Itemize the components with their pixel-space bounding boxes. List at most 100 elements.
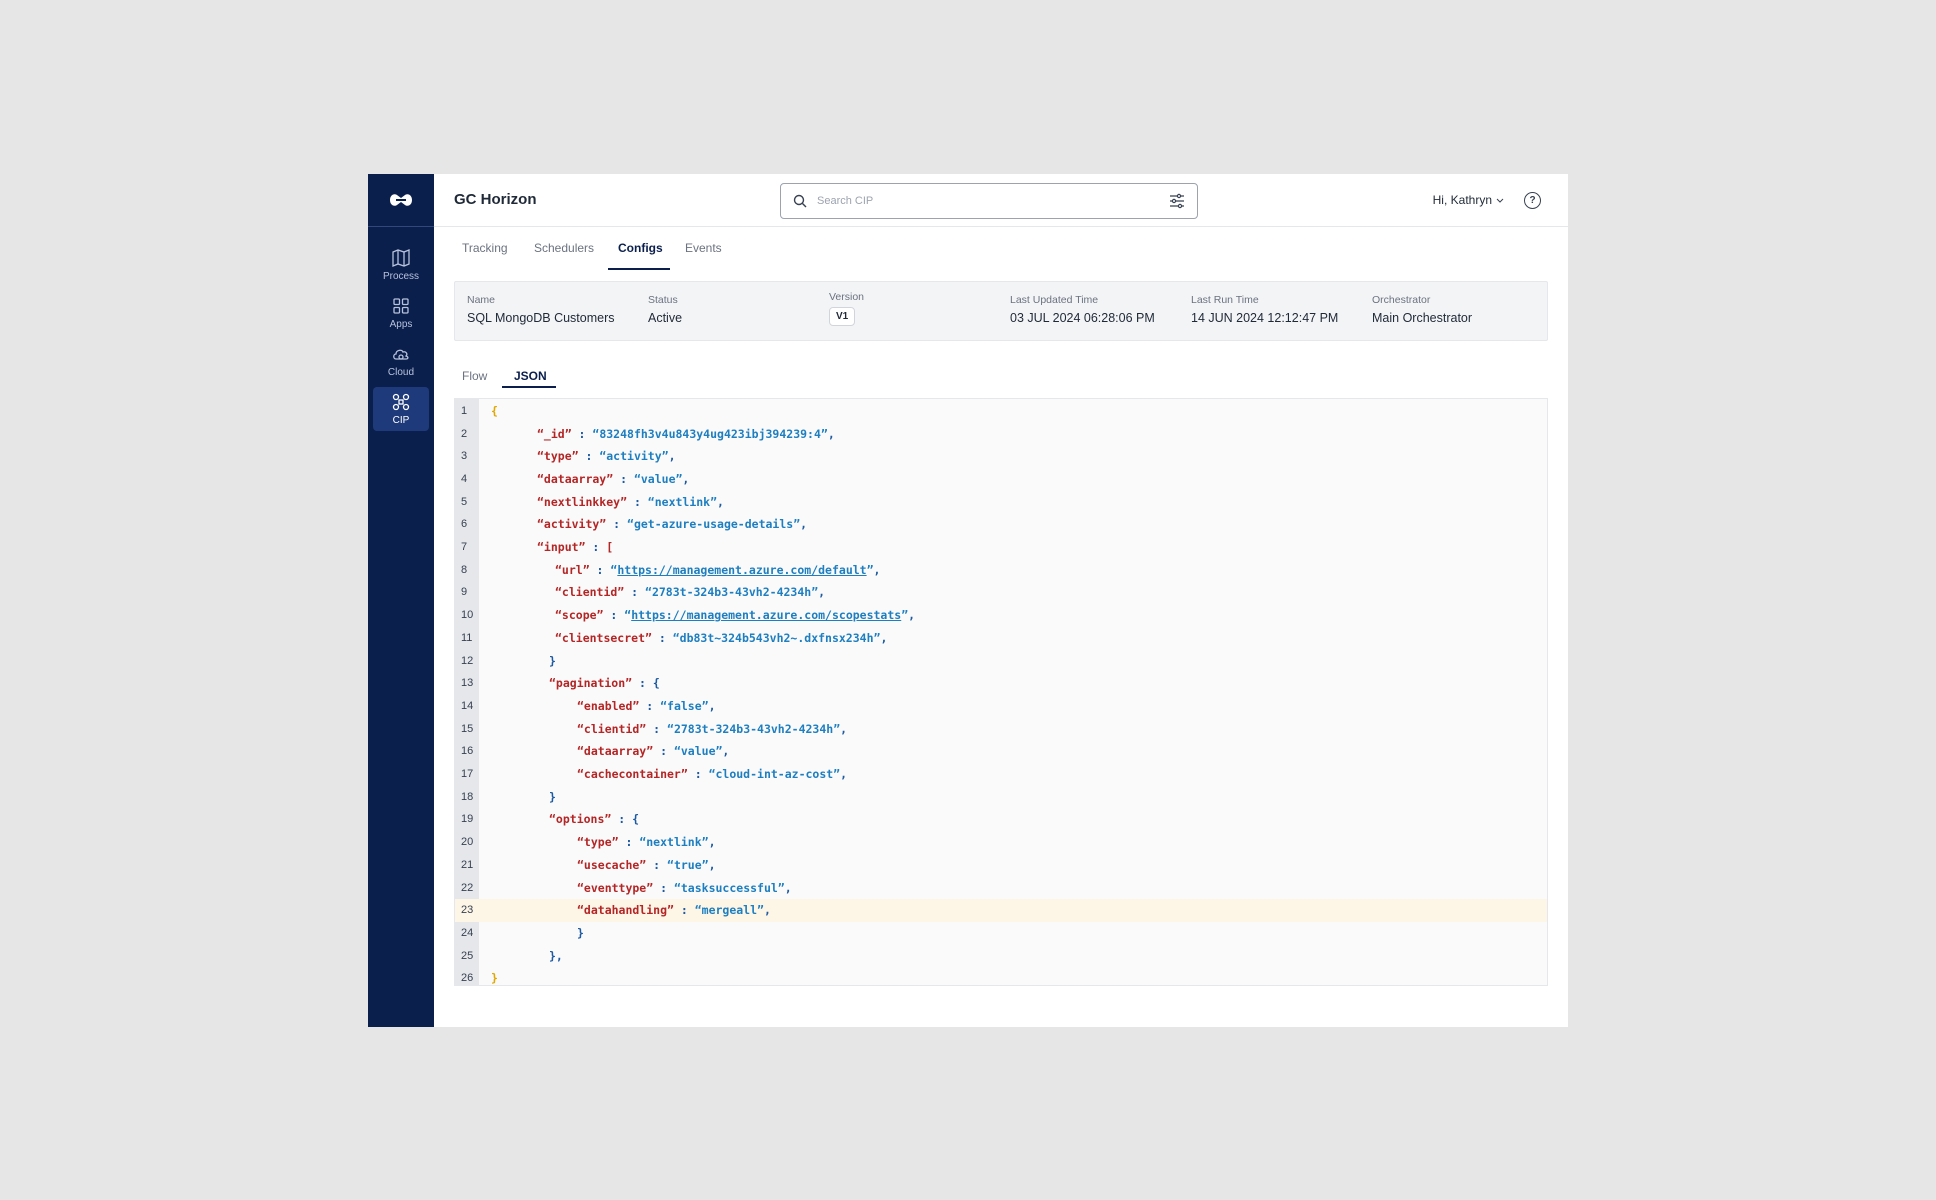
code-token: “cachecontainer”: [577, 767, 688, 782]
code-token: “clientsecret”: [555, 630, 652, 645]
info-label: Last Run Time: [1191, 294, 1259, 306]
line-number: 13: [461, 677, 474, 690]
code-line[interactable]: 9 “clientid” : “2783t-324b3-43vh2-4234h”,: [455, 581, 1547, 604]
code-line[interactable]: 3 “type” : “activity”,: [455, 445, 1547, 468]
search-bar[interactable]: Search CIP: [780, 183, 1198, 219]
line-number: 26: [461, 972, 474, 985]
code-line[interactable]: 7 “input” : [: [455, 536, 1547, 559]
code-line[interactable]: 22 “eventtype” : “tasksuccessful”,: [455, 876, 1547, 899]
code-token: ,: [722, 744, 730, 759]
code-line[interactable]: 19 “options” : {: [455, 808, 1547, 831]
code-line[interactable]: 8 “url” : “https://management.azure.com/d…: [455, 558, 1547, 581]
code-token: {: [491, 403, 498, 418]
user-greeting: Hi, Kathryn: [1432, 193, 1492, 207]
line-number: 1: [461, 404, 468, 417]
help-icon[interactable]: ?: [1524, 192, 1541, 209]
code-token: ,: [784, 880, 792, 895]
code-token: “activity”: [537, 517, 607, 532]
code-token: :: [613, 471, 634, 486]
code-token: :: [618, 835, 640, 850]
sidebar-item-cloud[interactable]: Cloud: [373, 339, 429, 383]
code-line[interactable]: 11 “clientsecret” : “db83t~324b543vh2~.dx…: [455, 627, 1547, 650]
code-text: “scope” : “https://management.azure.com/…: [555, 608, 915, 622]
code-line[interactable]: 15 “clientid” : “2783t-324b3-43vh2-4234h”…: [455, 717, 1547, 740]
code-line[interactable]: 17 “cachecontainer” : “cloud-int-az-cost”…: [455, 763, 1547, 786]
code-line[interactable]: 24}: [455, 922, 1547, 945]
info-label: Version: [829, 291, 865, 303]
tab-events[interactable]: Events: [685, 241, 722, 255]
code-line[interactable]: 26}: [455, 967, 1547, 985]
info-name: Name SQL MongoDB Customers: [467, 294, 615, 325]
code-text: “dataarray” : “value”,: [577, 744, 729, 758]
chevron-down-icon: [1496, 198, 1504, 203]
code-line[interactable]: 20 “type” : “nextlink”,: [455, 831, 1547, 854]
sidebar-item-cip[interactable]: CIP: [373, 387, 429, 431]
code-line[interactable]: 23 “datahandling” : “mergeall”,: [455, 898, 1547, 922]
code-token: ,: [873, 562, 881, 577]
cloud-icon: [393, 349, 409, 360]
code-token: :: [585, 540, 607, 555]
tab-json[interactable]: JSON: [514, 369, 547, 383]
code-line[interactable]: 16 “dataarray” : “value”,: [455, 740, 1547, 763]
search-input[interactable]: Search CIP: [817, 195, 1169, 207]
code-line[interactable]: 4 “dataarray” : “value”,: [455, 468, 1547, 491]
line-number: 3: [461, 450, 468, 463]
filter-icon[interactable]: [1169, 193, 1185, 209]
code-line[interactable]: 12}: [455, 649, 1547, 672]
code-token: “cloud-int-az-cost”: [708, 767, 841, 782]
tab-flow[interactable]: Flow: [462, 369, 487, 383]
info-value: Active: [648, 311, 683, 325]
code-token: }: [549, 789, 556, 804]
line-number: 17: [461, 768, 474, 781]
sidebar-item-apps[interactable]: Apps: [373, 291, 429, 335]
code-text: “url” : “https://management.azure.com/de…: [555, 563, 880, 577]
code-line[interactable]: 10 “scope” : “https://management.azure.co…: [455, 604, 1547, 627]
code-token: “type”: [577, 835, 619, 850]
line-number: 24: [461, 926, 474, 939]
sidebar-item-label: Process: [382, 271, 420, 282]
json-editor[interactable]: 1{2 “_id” : “83248fh3v4u843y4ug423ibj3942…: [454, 398, 1548, 986]
code-text: “cachecontainer” : “cloud-int-az-cost”,: [577, 767, 847, 781]
code-token: }: [491, 971, 498, 986]
tab-tracking[interactable]: Tracking: [462, 241, 508, 255]
code-text: “dataarray” : “value”,: [537, 472, 689, 486]
line-number: 14: [461, 699, 474, 712]
code-token: :: [571, 426, 593, 441]
code-line[interactable]: 18}: [455, 785, 1547, 808]
user-menu[interactable]: Hi, Kathryn: [1433, 193, 1504, 207]
line-number: 20: [461, 836, 474, 849]
tab-bar: Tracking Schedulers Configs Events: [434, 227, 1568, 270]
code-link[interactable]: https://management.azure.com/scopestats: [631, 608, 901, 622]
line-number: 2: [461, 427, 468, 440]
code-link[interactable]: https://management.azure.com/default: [617, 563, 866, 577]
code-line[interactable]: 13 “pagination” : {: [455, 672, 1547, 695]
code-line[interactable]: 2 “_id” : “83248fh3v4u843y4ug423ibj394239…: [455, 422, 1547, 445]
code-text: “type” : “nextlink”,: [577, 835, 716, 849]
logo[interactable]: [368, 174, 434, 227]
code-token: “2783t-324b3-43vh2-4234h”: [645, 585, 819, 600]
search-icon: [793, 194, 807, 208]
sidebar-item-label: CIP: [392, 415, 410, 426]
sidebar-item-process[interactable]: Process: [373, 243, 429, 287]
line-number: 7: [461, 541, 468, 554]
code-token: :: [606, 517, 628, 532]
version-badge: V1: [829, 307, 856, 326]
code-token: “nextlinkkey”: [537, 494, 628, 509]
tab-configs[interactable]: Configs: [618, 241, 663, 255]
code-line[interactable]: 14 “enabled” : “false”,: [455, 695, 1547, 718]
code-token: ,: [840, 721, 848, 736]
code-line[interactable]: 6 “activity” : “get-azure-usage-details”,: [455, 513, 1547, 536]
line-number: 21: [461, 858, 474, 871]
app-title: GC Horizon: [454, 191, 537, 208]
code-token: ,: [800, 517, 808, 532]
code-line[interactable]: 1{: [455, 400, 1547, 423]
code-line[interactable]: 25},: [455, 944, 1547, 967]
code-line[interactable]: 21 “usecache” : “true”,: [455, 854, 1547, 877]
code-token: “activity”: [599, 449, 669, 464]
code-token: ,: [827, 426, 835, 441]
code-line[interactable]: 5 “nextlinkkey” : “nextlink”,: [455, 490, 1547, 513]
tab-schedulers[interactable]: Schedulers: [534, 241, 594, 255]
info-value: SQL MongoDB Customers: [467, 311, 615, 325]
code-text: “pagination” : {: [549, 676, 660, 690]
code-text: }: [491, 971, 498, 985]
